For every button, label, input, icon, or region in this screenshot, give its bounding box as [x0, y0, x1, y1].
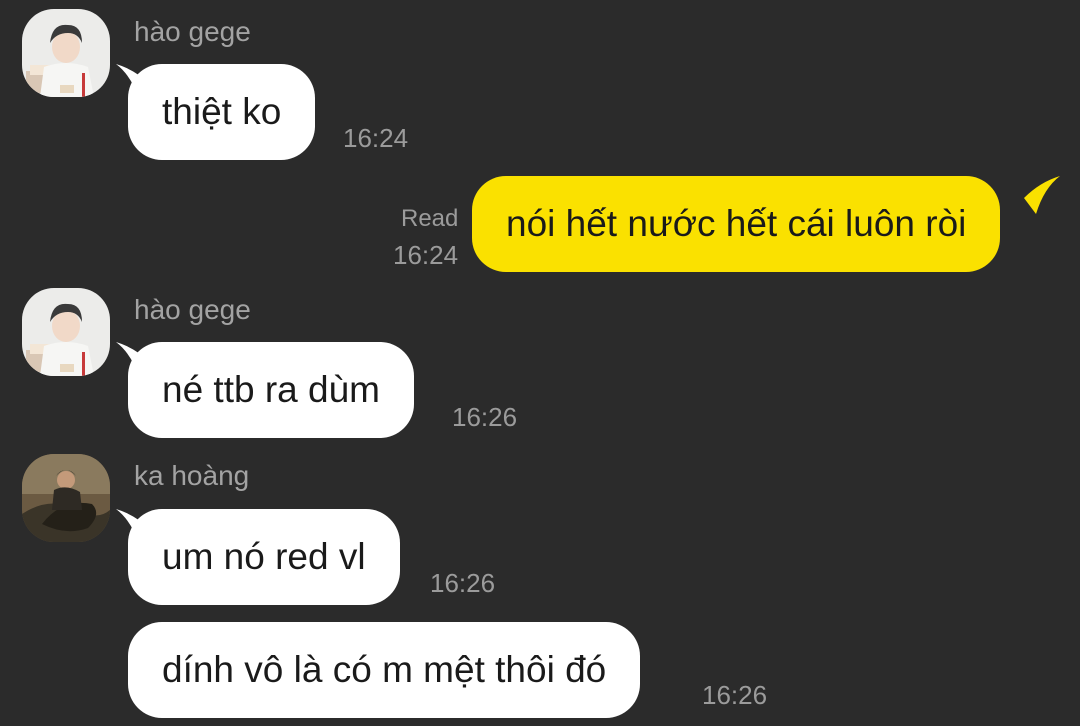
- message-time: 16:26: [702, 680, 768, 710]
- sender-avatar-hao-gege[interactable]: [22, 9, 110, 97]
- sender-name: ka hoàng: [134, 460, 250, 491]
- message-time: 16:26: [430, 568, 496, 598]
- message-time: 16:26: [452, 402, 518, 432]
- sender-name: hào gege: [134, 294, 251, 325]
- message-bubble[interactable]: né ttb ra dùm: [128, 342, 415, 438]
- avatar-photo-icon: [22, 454, 110, 542]
- sender-avatar-ka-hoang[interactable]: [22, 454, 110, 542]
- message-bubble[interactable]: thiệt ko: [128, 64, 316, 160]
- message-bubble[interactable]: um nó red vl: [128, 509, 400, 605]
- avatar-photo-icon: [22, 288, 110, 376]
- bubble-tail: [1024, 176, 1060, 214]
- message-bubble[interactable]: nói hết nước hết cái luôn ròi: [472, 176, 1001, 272]
- message-time: 16:24: [393, 240, 459, 270]
- message-bubble[interactable]: dính vô là có m mệt thôi đó: [128, 622, 641, 718]
- message-time: 16:24: [343, 123, 409, 153]
- sender-avatar-hao-gege[interactable]: [22, 288, 110, 376]
- sender-name: hào gege: [134, 16, 251, 47]
- read-receipt: Read: [401, 205, 459, 232]
- avatar-photo-icon: [22, 9, 110, 97]
